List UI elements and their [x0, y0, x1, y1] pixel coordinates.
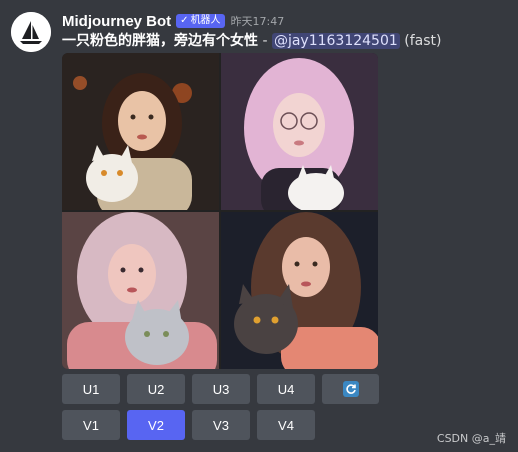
image-tile-4[interactable]	[221, 212, 378, 369]
message-content: 一只粉色的胖猫，旁边有个女性 - @jay1163124501 (fast)	[62, 32, 441, 50]
variation-2-button[interactable]: V2	[127, 410, 185, 440]
refresh-icon	[342, 381, 359, 397]
upscale-1-button[interactable]: U1	[62, 374, 120, 404]
bot-avatar[interactable]	[11, 12, 51, 52]
prompt-text: 一只粉色的胖猫，旁边有个女性	[62, 33, 258, 49]
image-tile-2[interactable]	[221, 53, 378, 210]
upscale-4-button[interactable]: U4	[257, 374, 315, 404]
variation-3-button[interactable]: V3	[192, 410, 250, 440]
upscale-3-button[interactable]: U3	[192, 374, 250, 404]
reroll-button[interactable]	[322, 374, 379, 404]
message-header: Midjourney Bot ✓ 机器人 昨天17:47	[62, 11, 284, 31]
separator: -	[258, 33, 272, 49]
user-mention[interactable]: @jay1163124501	[271, 33, 400, 49]
image-grid[interactable]	[62, 53, 378, 369]
checkmark-icon: ✓	[180, 15, 189, 26]
bot-badge-label: 机器人	[190, 15, 221, 26]
bot-badge: ✓ 机器人	[176, 14, 225, 28]
image-tile-1[interactable]	[62, 53, 219, 210]
image-tile-3[interactable]	[62, 212, 219, 369]
timestamp: 昨天17:47	[230, 15, 285, 28]
variation-4-button[interactable]: V4	[257, 410, 315, 440]
variation-1-button[interactable]: V1	[62, 410, 120, 440]
sailboat-icon	[11, 12, 51, 52]
username[interactable]: Midjourney Bot	[62, 13, 171, 30]
mode-label: (fast)	[404, 33, 442, 49]
watermark: CSDN @a_靖	[436, 432, 506, 445]
upscale-2-button[interactable]: U2	[127, 374, 185, 404]
